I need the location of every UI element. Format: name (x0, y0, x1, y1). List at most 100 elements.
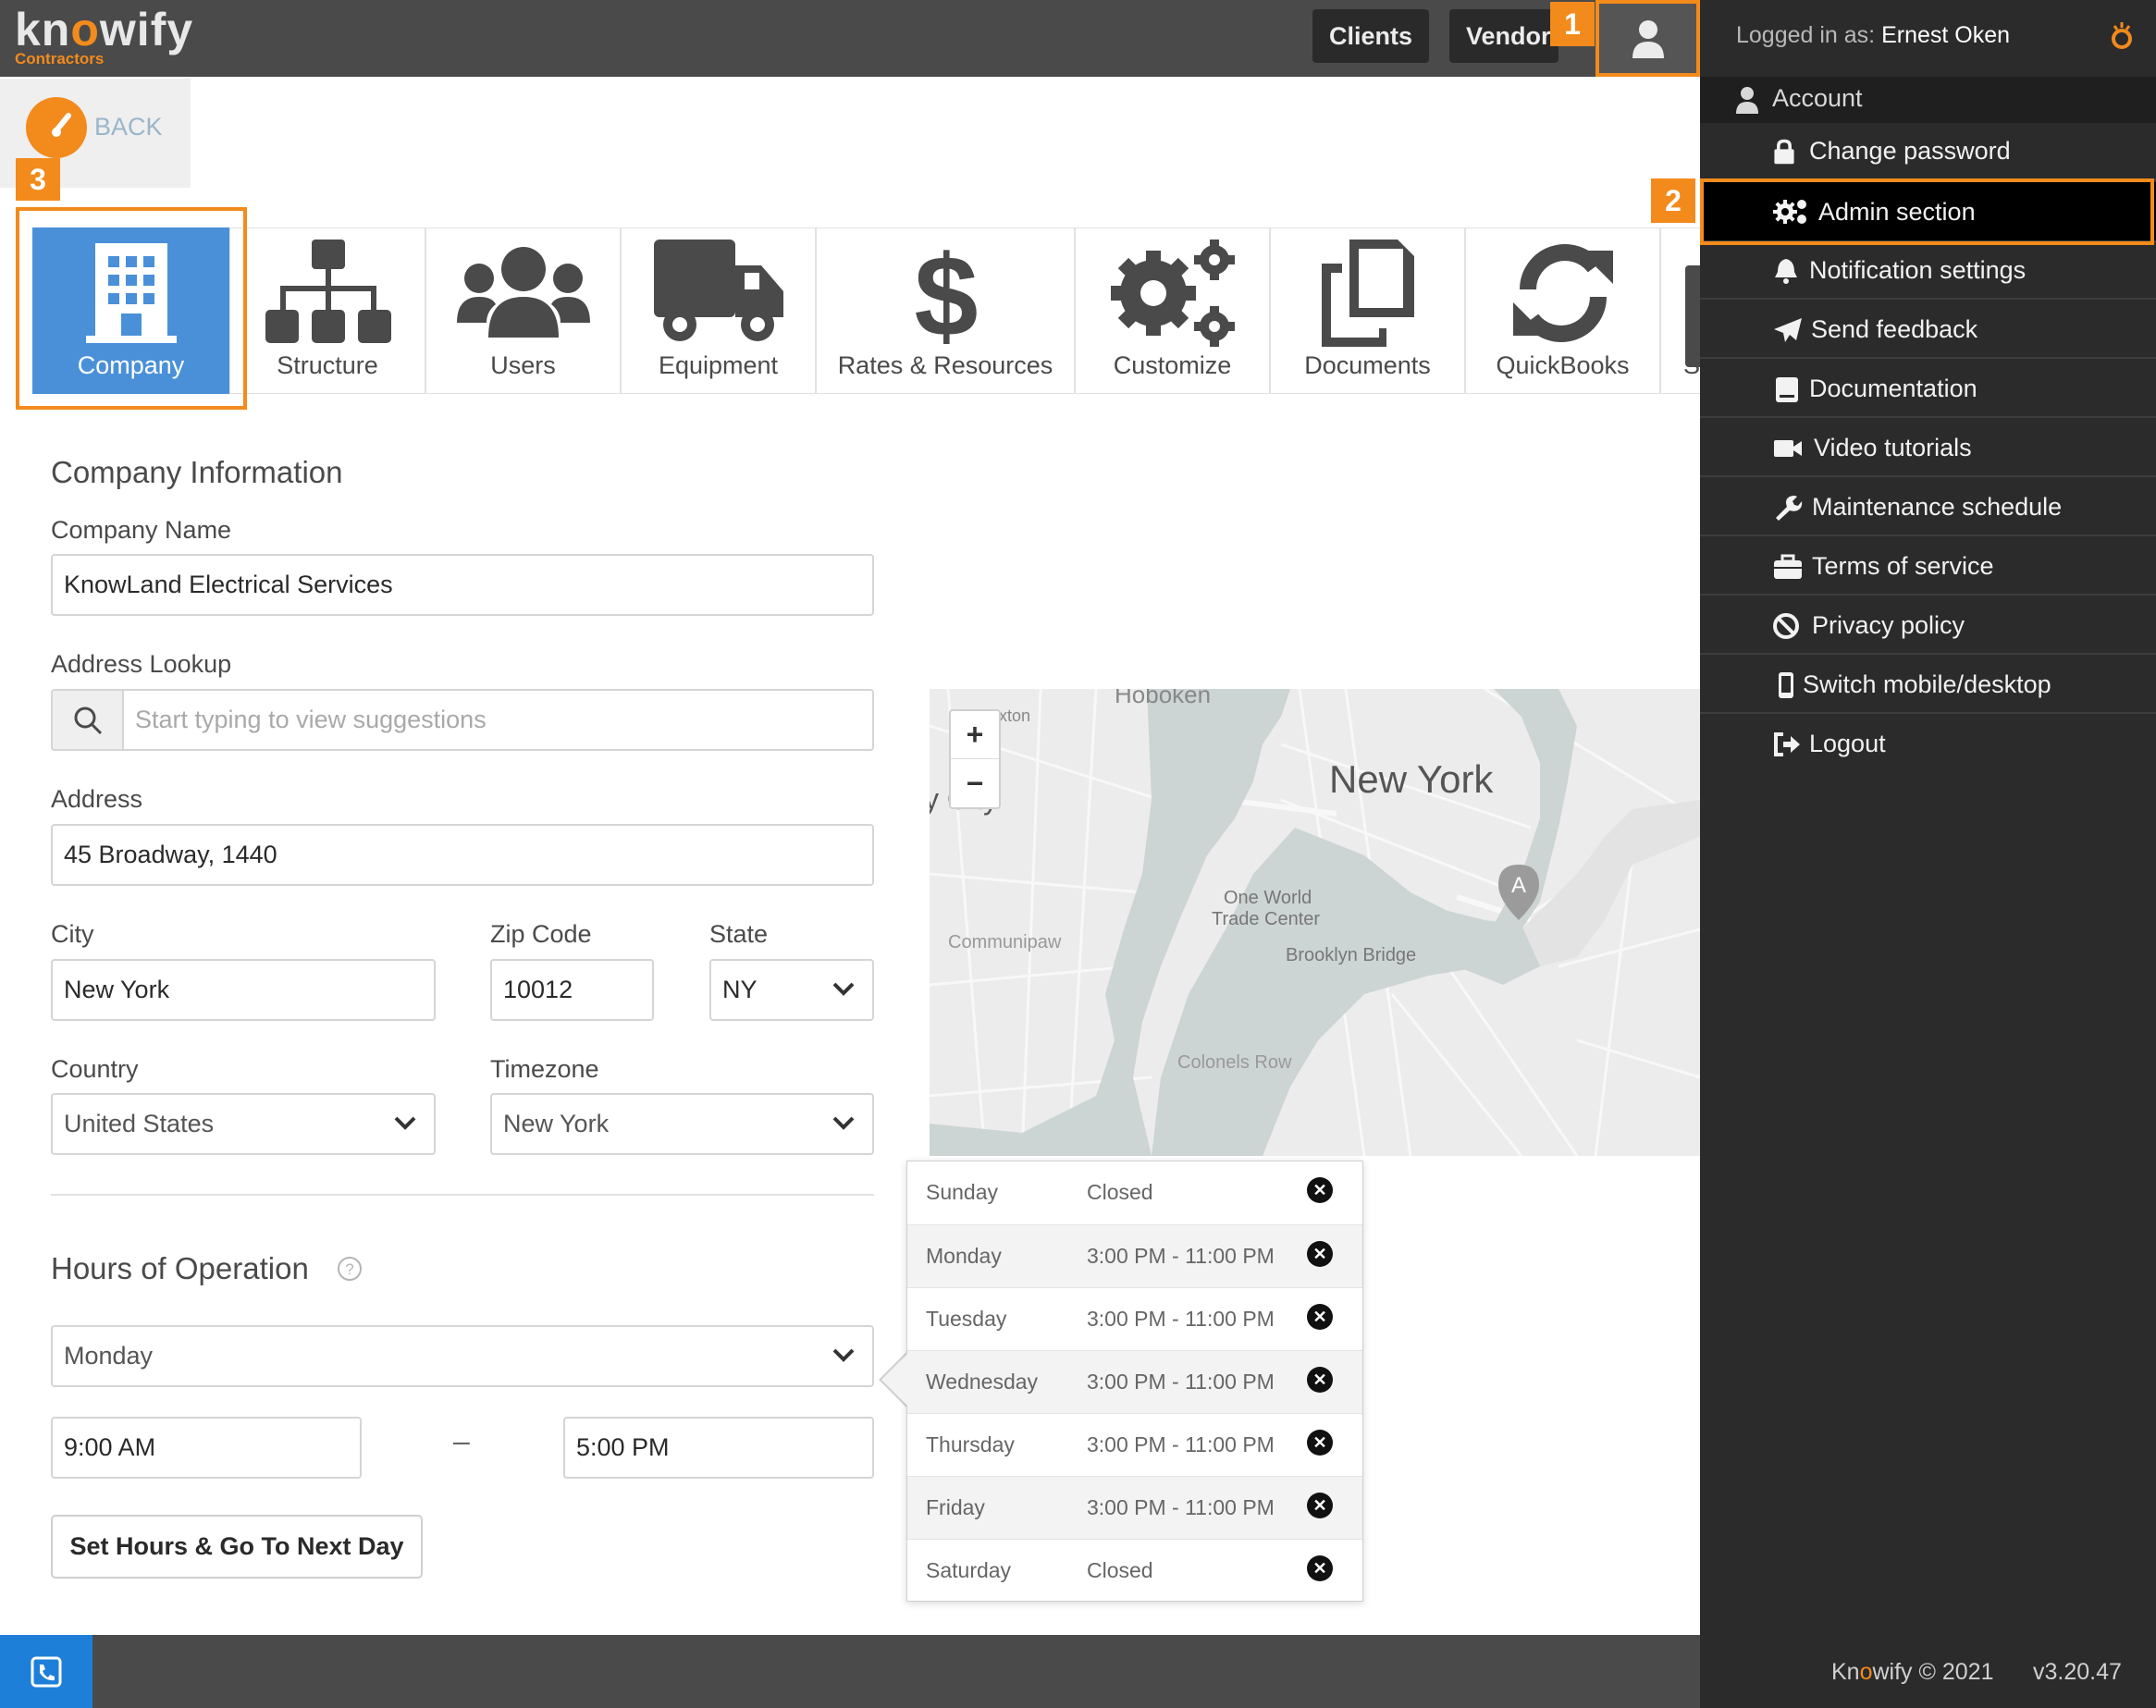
company-name-label: Company Name (51, 516, 232, 544)
knowify-logo[interactable]: knowify Contractors (15, 6, 193, 68)
copyright-o: o (1859, 1659, 1873, 1685)
map-label-communipaw: Communipaw (948, 932, 1062, 952)
logged-in-prefix: Logged in as: (1736, 22, 1876, 48)
remove-icon[interactable]: ✕ (1307, 1177, 1333, 1203)
day-select[interactable]: Monday (51, 1325, 874, 1387)
location-map[interactable]: Hoboken New York One World Trade Center … (930, 689, 1700, 1156)
schedule-day: Monday (926, 1244, 1002, 1268)
section-title-company: Company Information (51, 455, 343, 489)
logo-text-start: kn (15, 4, 71, 55)
tab-label: QuickBooks (1496, 351, 1630, 379)
map-label-colonels: Colonels Row (1177, 1052, 1292, 1073)
menu-video-tutorials[interactable]: Video tutorials (1700, 420, 2156, 477)
address-lookup-label: Address Lookup (51, 650, 232, 678)
schedule-time: 3:00 PM - 11:00 PM (1087, 1244, 1275, 1268)
menu-label: Terms of service (1812, 552, 1994, 580)
schedule-row: Wednesday 3:00 PM - 11:00 PM ✕ (907, 1350, 1362, 1413)
map-label-owtc-1: One World (1224, 888, 1312, 908)
help-icon[interactable]: ? (337, 1256, 363, 1282)
version-label: v3.20.47 (2033, 1659, 2122, 1685)
address-field[interactable]: 45 Broadway, 1440 (51, 824, 874, 886)
remove-icon[interactable]: ✕ (1307, 1241, 1333, 1267)
ban-icon (1773, 613, 1799, 639)
vendors-button[interactable]: Vendor (1449, 9, 1558, 63)
schedule-time: 3:00 PM - 11:00 PM (1087, 1307, 1275, 1331)
schedule-day: Friday (926, 1495, 985, 1519)
menu-documentation[interactable]: Documentation (1700, 361, 2156, 418)
menu-switch-mobile-desktop[interactable]: Switch mobile/desktop (1700, 657, 2156, 714)
user-icon (1632, 19, 1664, 58)
schedule-day: Sunday (926, 1180, 999, 1204)
day-select-value: Monday (64, 1342, 154, 1370)
remove-icon[interactable]: ✕ (1307, 1367, 1333, 1393)
tab-customize[interactable]: Customize (1075, 227, 1270, 394)
menu-label: Privacy policy (1812, 611, 1965, 639)
menu-label: Logout (1809, 730, 1886, 757)
schedule-row: Tuesday 3:00 PM - 11:00 PM ✕ (907, 1287, 1362, 1350)
remove-icon[interactable]: ✕ (1307, 1304, 1333, 1330)
truck-icon (654, 240, 783, 341)
tab-label: Rates & Resources (837, 351, 1053, 379)
timezone-select[interactable]: New York (490, 1093, 874, 1155)
company-name-field[interactable]: KnowLand Electrical Services (51, 554, 874, 616)
zip-field[interactable]: 10012 (490, 959, 654, 1021)
map-label-newyork: New York (1329, 757, 1494, 801)
tab-equipment[interactable]: Equipment (621, 227, 816, 394)
mobile-icon (1779, 672, 1793, 698)
phone-button[interactable] (0, 1635, 92, 1708)
zoom-in-button[interactable]: + (951, 711, 999, 759)
panel-footer: Knowify © 2021 v3.20.47 (1700, 1635, 2156, 1708)
start-time-field[interactable]: 9:00 AM (51, 1417, 362, 1479)
remove-icon[interactable]: ✕ (1307, 1493, 1333, 1518)
clients-button[interactable]: Clients (1312, 9, 1430, 63)
menu-notification-settings[interactable]: Notification settings (1700, 242, 2156, 300)
country-select[interactable]: United States (51, 1093, 436, 1155)
bottom-bar (0, 1635, 1700, 1708)
zoom-out-button[interactable]: − (951, 759, 999, 807)
back-button[interactable]: BACK (94, 113, 163, 141)
popup-pointer-fill (881, 1352, 909, 1407)
paper-plane-icon (1774, 318, 1802, 342)
chevron-down-icon (832, 1348, 855, 1362)
logo-text-o: o (70, 4, 100, 55)
gauge-icon[interactable] (26, 97, 87, 158)
set-hours-button[interactable]: Set Hours & Go To Next Day (51, 1515, 423, 1579)
annotation-badge-3: 3 (16, 158, 60, 201)
search-icon (74, 707, 103, 735)
menu-send-feedback[interactable]: Send feedback (1700, 301, 2156, 359)
briefcase-icon (1774, 554, 1802, 579)
address-lookup-input[interactable]: Start typing to view suggestions (122, 689, 874, 751)
schedule-day: Thursday (926, 1432, 1015, 1456)
menu-terms-of-service[interactable]: Terms of service (1700, 538, 2156, 596)
user-menu-button[interactable] (1595, 0, 1700, 77)
tab-documents[interactable]: Documents (1270, 227, 1465, 394)
schedule-row: Monday 3:00 PM - 11:00 PM ✕ (907, 1224, 1362, 1287)
tab-partial[interactable]: Su (1660, 227, 1700, 394)
tab-rates-resources[interactable]: $ Rates & Resources (816, 227, 1075, 394)
menu-maintenance-schedule[interactable]: Maintenance schedule (1700, 479, 2156, 536)
menu-logout[interactable]: Logout (1700, 716, 2156, 773)
tab-quickbooks[interactable]: QuickBooks (1465, 227, 1660, 394)
tab-structure[interactable]: Structure (229, 227, 425, 394)
annotation-highlight-company-tab (16, 207, 247, 410)
remove-icon[interactable]: ✕ (1307, 1430, 1333, 1456)
map-zoom-control: + − (949, 709, 1001, 809)
knowify-mark-icon (2112, 22, 2132, 49)
menu-privacy-policy[interactable]: Privacy policy (1700, 597, 2156, 655)
schedule-row: Friday 3:00 PM - 11:00 PM ✕ (907, 1476, 1362, 1539)
menu-label: Send feedback (1811, 315, 1978, 343)
dollar-icon: $ (916, 240, 977, 347)
bell-icon (1775, 259, 1797, 284)
phone-icon (31, 1656, 62, 1687)
admin-tabs: Company Structure Users Equipment $ Rate… (22, 227, 1700, 394)
end-time-field[interactable]: 5:00 PM (563, 1417, 874, 1479)
logged-in-text: Logged in as: Ernest Oken (1736, 22, 2010, 49)
menu-change-password[interactable]: Change password (1700, 123, 2156, 180)
state-select[interactable]: NY (709, 959, 874, 1021)
annotation-badge-2: 2 (1651, 178, 1695, 223)
tab-label: Customize (1113, 351, 1232, 379)
remove-icon[interactable]: ✕ (1307, 1555, 1333, 1581)
tab-users[interactable]: Users (425, 227, 621, 394)
copyright-start: Kn (1831, 1659, 1860, 1685)
city-field[interactable]: New York (51, 959, 436, 1021)
